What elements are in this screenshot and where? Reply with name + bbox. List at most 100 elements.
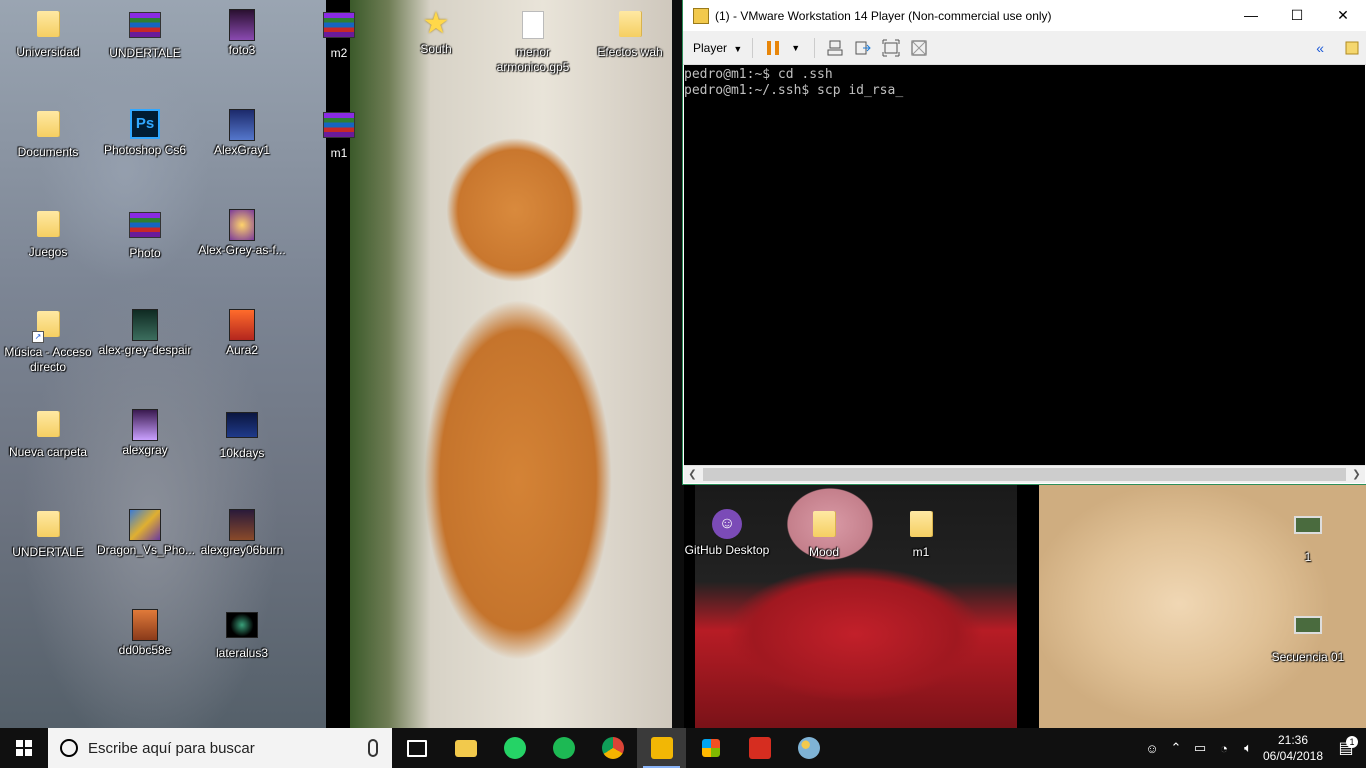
whatsapp-icon (503, 737, 526, 759)
folder-icon (32, 411, 64, 443)
desktop-icon-alexgrey06burn[interactable]: alexgrey06burn (194, 508, 290, 558)
taskbar-paint[interactable] (784, 728, 833, 768)
desktop-icon-video-1[interactable]: 1 (1260, 508, 1356, 565)
desktop-icon-undertale-archive[interactable]: UNDERTALE (97, 8, 193, 61)
image-file-icon (226, 612, 258, 644)
image-file-icon (129, 609, 161, 641)
image-file-icon (226, 109, 258, 141)
github-desktop-icon: ☺ (711, 509, 743, 541)
task-view-button[interactable] (392, 728, 441, 768)
maximize-button[interactable]: ☐ (1274, 0, 1320, 31)
desktop-icon-label: alex-grey-despair (98, 343, 192, 357)
desktop-icon-musica-shortcut[interactable]: ↗ Música - Acceso directo (0, 308, 96, 375)
desktop-icon-alex-grey-as-f[interactable]: Alex-Grey-as-f... (194, 208, 290, 258)
search-placeholder: Escribe aquí para buscar (88, 739, 255, 757)
vmware-player-window[interactable]: (1) - VMware Workstation 14 Player (Non-… (683, 0, 1366, 484)
desktop-icon-lateralus3[interactable]: lateralus3 (194, 608, 290, 661)
desktop-icon-documents[interactable]: Documents (0, 108, 96, 160)
desktop-icon-mood[interactable]: Mood (776, 508, 872, 560)
desktop-icon-undertale-folder[interactable]: UNDERTALE (0, 508, 96, 560)
folder-icon (614, 11, 646, 43)
fullscreen-icon[interactable] (882, 39, 900, 57)
desktop-icon-m1-archive[interactable]: m1 (291, 108, 387, 161)
wallpaper-divider (1017, 484, 1039, 728)
vm-console[interactable]: pedro@m1:~$ cd .ssh pedro@m1:~/.ssh$ scp… (684, 65, 1365, 465)
player-menu-button[interactable]: Player ▼ (689, 37, 746, 59)
taskbar-vmware[interactable] (637, 728, 686, 768)
desktop-icon-label: dd0bc58e (118, 643, 172, 657)
desktop-icon-label: m2 (330, 46, 348, 60)
desktop-icon-label: Secuencia 01 (1271, 650, 1345, 664)
folder-icon (32, 511, 64, 543)
vmware-app-icon (693, 7, 709, 24)
taskbar-clock[interactable]: 21:36 06/04/2018 (1260, 732, 1326, 764)
desktop-icon-menor-armonico[interactable]: menor armonico.gp5 (485, 8, 581, 75)
people-icon[interactable]: ☺ (1140, 741, 1164, 756)
volume-icon[interactable]: 🔈︎ (1236, 740, 1260, 756)
desktop-icon-aura2[interactable]: Aura2 (194, 308, 290, 358)
cortana-icon (60, 739, 78, 757)
image-file-icon (129, 509, 161, 541)
desktop-icon-secuencia-01[interactable]: Secuencia 01 (1260, 608, 1356, 665)
desktop-icon-nueva-carpeta[interactable]: Nueva carpeta (0, 408, 96, 460)
desktop-icon-photoshop[interactable]: Ps Photoshop Cs6 (97, 108, 193, 158)
taskbar-whatsapp[interactable] (490, 728, 539, 768)
taskbar-search-box[interactable]: Escribe aquí para buscar (48, 728, 392, 768)
window-titlebar[interactable]: (1) - VMware Workstation 14 Player (Non-… (683, 0, 1366, 31)
file-explorer-icon (454, 739, 477, 757)
battery-icon[interactable]: ▭ (1188, 740, 1212, 756)
scroll-left-icon[interactable]: ❮ (684, 469, 701, 480)
desktop-icon-label: m1 (912, 545, 930, 559)
taskbar-pdf-reader[interactable] (735, 728, 784, 768)
desktop-icon-label: Photoshop Cs6 (103, 143, 187, 157)
clock-time: 21:36 (1277, 733, 1309, 747)
send-ctrl-alt-del-icon[interactable] (854, 39, 872, 57)
taskbar-microsoft-store[interactable] (686, 728, 735, 768)
taskbar-chrome[interactable] (588, 728, 637, 768)
desktop-icon-efectos-wah[interactable]: Efectos wah (582, 8, 678, 60)
shortcut-arrow-icon: ↗ (32, 331, 44, 343)
desktop-icon-dragon-vs-pho[interactable]: Dragon_Vs_Pho... (97, 508, 195, 558)
desktop-icon-label: Universidad (16, 45, 80, 59)
desktop-icon-alexgray[interactable]: alexgray (97, 408, 193, 458)
desktop-icon-universidad[interactable]: Universidad (0, 8, 96, 60)
scroll-right-icon[interactable]: ❯ (1348, 469, 1365, 480)
image-file-icon (226, 509, 258, 541)
minimize-button[interactable]: — (1228, 0, 1274, 31)
desktop-icon-juegos[interactable]: Juegos (0, 208, 96, 260)
taskbar-file-explorer[interactable] (441, 728, 490, 768)
microphone-icon[interactable] (368, 739, 378, 757)
start-button[interactable] (0, 728, 48, 768)
winrar-archive-icon (129, 212, 161, 244)
scrollbar-thumb[interactable] (703, 468, 1346, 481)
wifi-icon[interactable]: ◔ (1212, 741, 1236, 756)
desktop-icon-10kdays[interactable]: 10kdays (194, 408, 290, 461)
desktop-icon-github-desktop[interactable]: ☺ GitHub Desktop (679, 508, 775, 558)
desktop-icon-m2[interactable]: m2 (291, 8, 387, 61)
image-file-icon (226, 412, 258, 444)
desktop-icon-label: Música - Acceso directo (4, 345, 92, 374)
desktop-icon-photo[interactable]: Photo (97, 208, 193, 261)
chevron-up-icon[interactable]: ⌃ (1164, 740, 1188, 756)
taskbar-spotify[interactable] (539, 728, 588, 768)
unity-mode-icon[interactable] (910, 39, 928, 57)
desktop-icon-south[interactable]: ★ South (388, 8, 484, 57)
desktop-icon-foto3[interactable]: foto3 (194, 8, 290, 58)
network-devices-icon[interactable] (826, 39, 844, 57)
video-file-icon (1292, 516, 1324, 548)
notes-icon[interactable] (1343, 39, 1361, 57)
desktop-icon-alexgray1[interactable]: AlexGray1 (194, 108, 290, 158)
pause-icon[interactable] (767, 40, 780, 55)
winrar-archive-icon (323, 112, 355, 144)
desktop-icon-dd0bc58e[interactable]: dd0bc58e (97, 608, 193, 658)
pdf-reader-icon (748, 737, 771, 759)
chevron-down-icon[interactable]: ▼ (791, 43, 800, 53)
desktop-icon-m1-folder[interactable]: m1 (873, 508, 969, 560)
action-center-button[interactable]: ▤ 1 (1326, 736, 1366, 758)
close-button[interactable]: ✕ (1320, 0, 1366, 31)
desktop-icon-alex-grey-despair[interactable]: alex-grey-despair (97, 308, 193, 358)
console-line: pedro@m1:~/.ssh$ scp id_rsa_ (684, 83, 904, 98)
horizontal-scrollbar[interactable]: ❮ ❯ (684, 465, 1365, 483)
collapse-library-icon[interactable]: « (1316, 40, 1324, 56)
player-menu-label: Player (693, 40, 728, 55)
